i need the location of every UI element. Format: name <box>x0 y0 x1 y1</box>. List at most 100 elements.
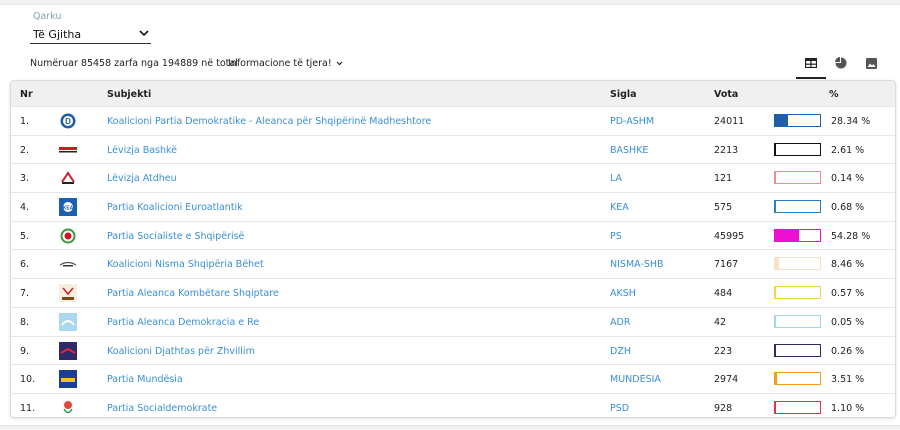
header-subject: Subjekti <box>107 89 152 100</box>
party-logo-icon <box>59 312 77 331</box>
vote-count: 45995 <box>714 230 745 242</box>
county-filter-label: Qarku <box>33 11 62 22</box>
party-sigla-link[interactable]: KEA <box>610 202 629 213</box>
row-number: 1. <box>20 116 30 127</box>
party-name-link[interactable]: Lëvizja Bashkë <box>107 145 177 156</box>
row-number: 4. <box>20 202 30 214</box>
percent-bar-fill <box>775 172 776 184</box>
percent-bar-fill <box>775 258 779 270</box>
vote-percent: 0.14 % <box>831 173 865 185</box>
vote-percent: 28.34 % <box>831 116 871 127</box>
party-name-link[interactable]: Koalicioni Partia Demokratike - Aleanca … <box>107 116 431 127</box>
percent-bar-fill <box>775 287 776 299</box>
vote-count: 928 <box>714 402 733 414</box>
header-nr: Nr <box>20 89 33 100</box>
row-number: 7. <box>20 288 30 300</box>
party-sigla-link[interactable]: NISMA-SHB <box>610 259 664 270</box>
vote-count: 7167 <box>714 259 739 271</box>
table-row: 11. Partia Socialdemokrate PSD 928 1.10 % <box>11 392 895 417</box>
table-view-button[interactable] <box>796 52 826 79</box>
percent-bar <box>774 171 821 185</box>
party-sigla-link[interactable]: DZH <box>610 346 631 357</box>
party-logo-icon <box>59 341 77 360</box>
party-logo-icon <box>59 169 77 187</box>
percent-bar <box>774 343 821 357</box>
party-sigla-link[interactable]: ADR <box>610 317 630 328</box>
counted-envelopes-text: Numëruar 85458 zarfa nga 194889 në total <box>30 58 238 69</box>
header-votes: Vota <box>714 89 739 100</box>
results-table: Nr Subjekti Sigla Vota % 1. D Koalicioni P… <box>10 80 896 418</box>
party-name-link[interactable]: Koalicioni Djathtas për Zhvillim <box>107 346 255 357</box>
table-row: 6. Koalicioni Nisma Shqipëria Bëhet NISMA-… <box>11 249 895 278</box>
row-number: 8. <box>20 316 30 328</box>
vote-percent: 1.10 % <box>831 402 865 414</box>
pie-chart-view-button[interactable] <box>826 52 856 79</box>
vote-count: 575 <box>714 202 733 214</box>
view-switcher <box>796 52 886 79</box>
party-name-link[interactable]: Koalicioni Nisma Shqipëria Bëhet <box>107 259 264 270</box>
party-sigla-link[interactable]: LA <box>610 173 622 184</box>
table-row: 3. Lëvizja Atdheu LA 121 0.14 % <box>11 163 895 192</box>
vote-percent: 8.46 % <box>831 259 865 271</box>
vote-percent: 54.28 % <box>831 230 871 242</box>
percent-bar-fill <box>775 143 777 155</box>
vote-count: 24011 <box>714 116 745 127</box>
row-number: 11. <box>20 402 36 414</box>
party-sigla-link[interactable]: PS <box>610 231 622 242</box>
party-logo-icon: D <box>59 112 77 130</box>
party-name-link[interactable]: Partia Aleanca Kombëtare Shqiptare <box>107 288 279 299</box>
image-icon <box>865 57 877 72</box>
party-logo-icon <box>59 141 77 159</box>
row-number: 3. <box>20 173 30 185</box>
party-logo-icon <box>59 255 77 273</box>
percent-bar-fill <box>775 229 800 241</box>
party-logo-icon: KEA <box>59 198 77 217</box>
percent-bar <box>774 200 821 214</box>
party-name-link[interactable]: Partia Aleanca Demokracia e Re <box>107 317 259 328</box>
table-row: 1. D Koalicioni Partia Demokratike - Alean… <box>11 106 895 135</box>
vote-count: 121 <box>714 173 733 185</box>
row-number: 9. <box>20 345 30 357</box>
image-view-button[interactable] <box>856 52 886 79</box>
party-sigla-link[interactable]: AKSH <box>610 288 636 299</box>
party-sigla-link[interactable]: PD-ASHM <box>610 116 654 127</box>
more-info-dropdown[interactable]: Informacione të tjera! <box>228 58 343 69</box>
percent-bar-fill <box>775 344 776 356</box>
percent-bar <box>774 400 821 414</box>
party-logo-icon <box>59 284 77 303</box>
percent-bar <box>774 114 821 127</box>
vote-percent: 2.61 % <box>831 144 865 156</box>
vote-count: 42 <box>714 316 727 328</box>
party-logo-icon <box>59 227 77 245</box>
percent-bar <box>774 286 821 300</box>
party-logo-icon <box>59 399 77 417</box>
party-name-link[interactable]: Partia Socialiste e Shqipërisë <box>107 231 244 242</box>
party-sigla-link[interactable]: BASHKE <box>610 145 648 156</box>
party-name-link[interactable]: Lëvizja Atdheu <box>107 173 177 184</box>
percent-bar-fill <box>775 373 777 385</box>
percent-bar <box>774 372 821 386</box>
percent-bar-fill <box>775 201 776 213</box>
vote-count: 2974 <box>714 374 739 386</box>
county-select[interactable]: Të Gjitha <box>30 24 151 44</box>
party-logo-icon <box>59 370 77 389</box>
party-name-link[interactable]: Partia Mundësia <box>107 374 183 385</box>
vote-count: 484 <box>714 288 733 300</box>
table-body: 1. D Koalicioni Partia Demokratike - Alean… <box>11 106 895 417</box>
vote-percent: 0.57 % <box>831 288 865 300</box>
results-page: Qarku Të Gjitha Numëruar 85458 zarfa nga… <box>0 4 900 426</box>
table-row: 7. Partia Aleanca Kombëtare Shqiptare AKSH… <box>11 278 895 307</box>
table-row: 9. Koalicioni Djathtas për Zhvillim DZH 223… <box>11 335 895 365</box>
party-sigla-link[interactable]: PSD <box>610 403 629 414</box>
percent-bar <box>774 257 821 271</box>
party-name-link[interactable]: Partia Koalicioni Euroatlantik <box>107 202 243 213</box>
table-icon <box>804 57 818 71</box>
party-sigla-link[interactable]: MUNDESIA <box>610 374 661 385</box>
table-row: 8. Partia Aleanca Demokracia e Re ADR 42 0.0… <box>11 306 895 336</box>
header-percent: % <box>829 89 839 100</box>
row-number: 5. <box>20 230 30 242</box>
row-number: 2. <box>20 144 30 156</box>
party-name-link[interactable]: Partia Socialdemokrate <box>107 403 217 414</box>
percent-bar-fill <box>775 401 776 413</box>
row-number: 10. <box>20 374 36 386</box>
